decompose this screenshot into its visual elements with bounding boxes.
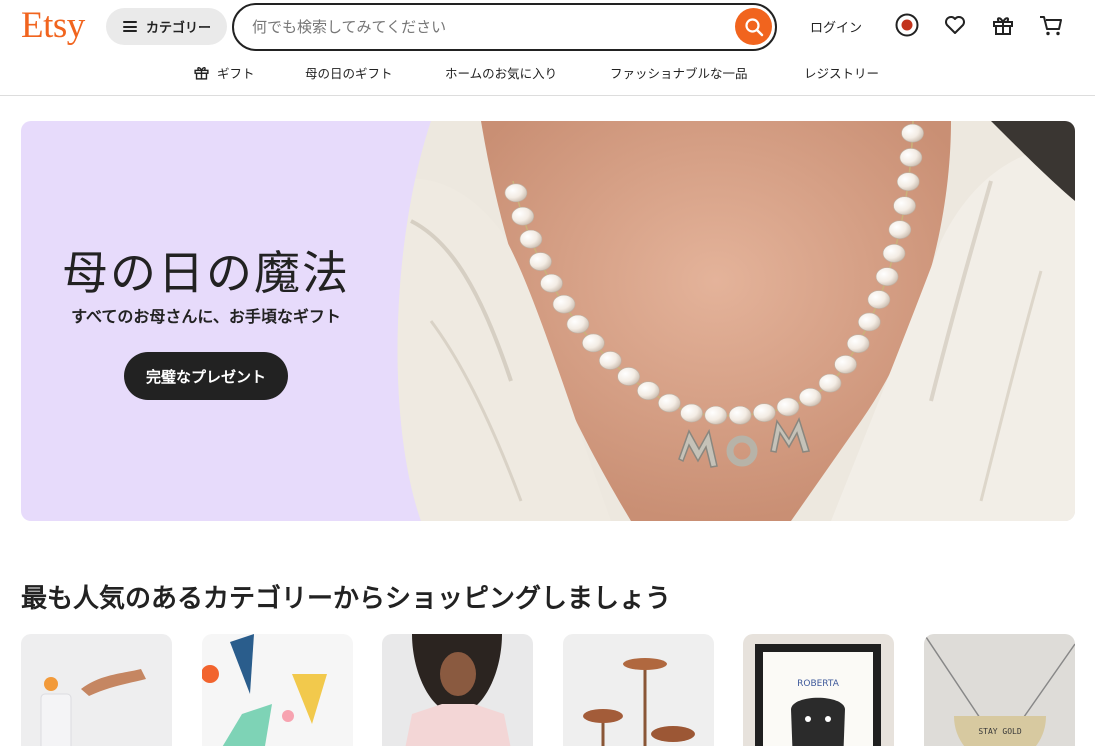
section-title: 最も人気のあるカテゴリーからショッピングしましょう — [21, 584, 672, 614]
pet-portrait-photo: ROBERTA — [743, 634, 894, 746]
party-hats-photo — [202, 634, 353, 746]
pearl — [858, 312, 881, 332]
record-icon[interactable] — [894, 12, 920, 38]
category-card-pets[interactable]: ROBERTA — [743, 634, 894, 746]
pet-portrait-name: ROBERTA — [797, 679, 840, 689]
heart-icon[interactable] — [942, 12, 968, 38]
pearl — [582, 333, 605, 353]
category-card-home[interactable] — [21, 634, 172, 746]
necklace-photo: STAY GOLD — [924, 634, 1075, 746]
pearl — [511, 206, 535, 226]
category-card-art[interactable] — [563, 634, 714, 746]
pearl — [776, 397, 800, 417]
search-button[interactable] — [735, 8, 772, 45]
pearl — [566, 314, 590, 334]
nav-item-gifts[interactable]: ギフト — [193, 63, 255, 82]
pearl — [617, 367, 640, 386]
pearl — [728, 405, 752, 425]
pearl — [540, 273, 563, 293]
cart-icon[interactable] — [1038, 12, 1064, 38]
etsy-logo[interactable]: Etsy — [21, 6, 85, 46]
hero-necklace-photo[interactable] — [391, 121, 1075, 521]
home-decor-photo — [21, 634, 172, 746]
hero-title: 母の日の魔法 — [62, 246, 350, 300]
pearl — [834, 355, 857, 374]
category-card-jewelry[interactable]: STAY GOLD — [924, 634, 1075, 746]
pearl — [799, 388, 822, 407]
hero-banner: 母の日の魔法 すべてのお母さんに、お手頃なギフト 完璧なプレゼント — [21, 121, 1075, 521]
pearl — [846, 334, 870, 353]
hero-subtitle: すべてのお母さんに、お手頃なギフト — [71, 307, 341, 326]
gift-icon[interactable] — [990, 12, 1016, 38]
pearl — [899, 148, 923, 167]
pearl — [599, 351, 622, 370]
category-nav: ギフト 母の日のギフト ホームのお気に入り ファッショナブルな一品 レジストリー — [0, 58, 1095, 88]
pearl — [704, 405, 728, 425]
nav-item-home-favorites[interactable]: ホームのお気に入り — [445, 63, 557, 82]
search-input[interactable] — [252, 5, 722, 49]
copper-art-photo — [563, 634, 714, 746]
search-icon — [744, 17, 763, 36]
pearl — [680, 403, 703, 423]
pearl — [896, 172, 920, 191]
nav-item-fashion[interactable]: ファッショナブルな一品 — [610, 63, 748, 82]
menu-icon — [123, 21, 137, 32]
pearl — [658, 393, 681, 413]
nav-item-registry[interactable]: レジストリー — [804, 63, 879, 82]
pearl — [519, 229, 543, 249]
pearl — [552, 294, 576, 314]
pearl — [901, 123, 924, 143]
pearl — [753, 403, 776, 422]
nav-item-label: ギフト — [217, 66, 255, 81]
gift-icon — [194, 67, 209, 80]
pearl — [867, 290, 891, 309]
pearl — [818, 373, 842, 393]
login-link[interactable]: ログイン — [810, 17, 862, 36]
categories-button[interactable]: カテゴリー — [106, 8, 227, 45]
pearl — [888, 220, 912, 239]
clothing-photo — [382, 634, 533, 746]
pearl — [893, 196, 916, 216]
category-card-party[interactable] — [202, 634, 353, 746]
search-bar — [232, 3, 777, 51]
category-card-clothing[interactable] — [382, 634, 533, 746]
hero-cta-button[interactable]: 完璧なプレゼント — [124, 352, 288, 400]
pearl — [882, 243, 906, 263]
necklace-stamp-text: STAY GOLD — [978, 727, 1022, 736]
pearl — [637, 381, 660, 401]
pearl — [529, 252, 552, 271]
site-header: Etsy カテゴリー ログイン — [0, 0, 1095, 96]
categories-button-label: カテゴリー — [146, 21, 212, 36]
nav-item-mothers-day[interactable]: 母の日のギフト — [305, 63, 393, 82]
pearl — [504, 183, 528, 203]
pearl — [875, 267, 899, 286]
